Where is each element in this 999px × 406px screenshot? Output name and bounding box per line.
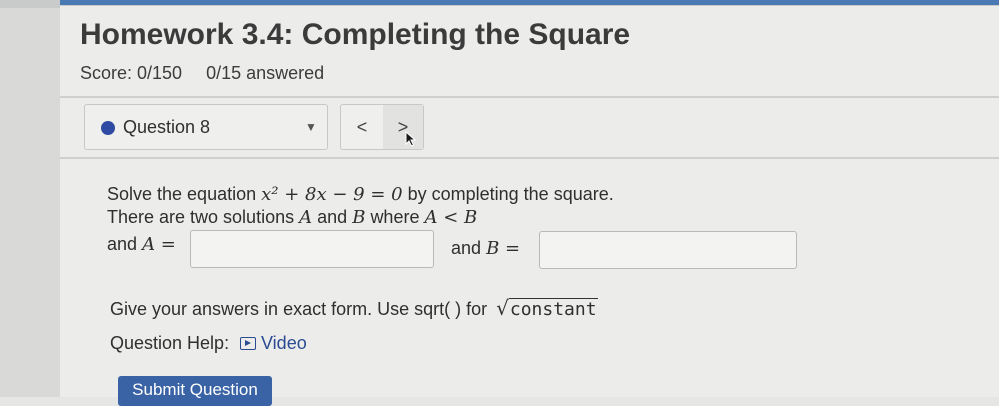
equation: x² + 8x − 9 = 0 [261,184,403,205]
question-help-label: Question Help: [110,333,230,353]
sqrt-radicand: constant [508,298,598,320]
answer-b-input[interactable] [539,231,797,269]
prompt-text: and [317,207,348,227]
video-play-icon [240,337,256,350]
score-line: Score: 0/150 0/15 answered [80,63,324,84]
prompt-text: where [370,207,420,227]
submit-question-button[interactable]: Submit Question [118,376,272,406]
label-math: B = [486,238,521,259]
question-select[interactable]: Question 8 ▼ [84,104,328,150]
video-help-link[interactable]: Video [240,333,307,354]
next-question-button[interactable]: > [383,105,423,149]
sqrt-symbol: √ [496,296,509,320]
inequality: A < B [424,207,478,228]
question-nav: < > [340,104,424,150]
question-line-1: Solve the equation x² + 8x − 9 = 0 by co… [107,183,614,206]
answer-hint: Give your answers in exact form. Use sqr… [110,296,598,320]
prompt-text: There are two solutions [107,207,295,227]
label-text: and [107,234,138,254]
hint-text: Give your answers in exact form. Use sqr… [110,299,488,319]
divider [60,96,999,98]
prompt-text: Solve the equation [107,184,257,204]
variable-a: A [299,207,313,228]
video-link-label: Video [261,333,307,353]
question-select-label: Question 8 [123,117,211,137]
previous-question-button[interactable]: < [341,105,383,149]
status-dot-icon [101,121,115,135]
label-math: A = [142,234,176,255]
answer-b-label: and B = [451,238,520,259]
label-text: and [451,238,482,258]
top-accent-bar [60,0,999,5]
sqrt-expression: √constant [496,296,598,320]
score-text: Score: 0/150 [80,63,183,83]
question-prompt: Solve the equation x² + 8x − 9 = 0 by co… [107,183,614,229]
chevron-down-icon: ▼ [305,120,317,134]
answer-a-label: and A = [107,234,176,255]
mouse-cursor-icon [405,131,417,147]
question-line-2: There are two solutions A and B where A … [107,206,614,229]
left-margin [0,8,60,397]
answer-a-input[interactable] [190,230,434,268]
answered-count: 0/15 answered [206,63,325,83]
prompt-text: by completing the square. [407,184,614,204]
divider [60,157,999,159]
variable-b: B [352,207,366,228]
page-title: Homework 3.4: Completing the Square [80,18,631,51]
